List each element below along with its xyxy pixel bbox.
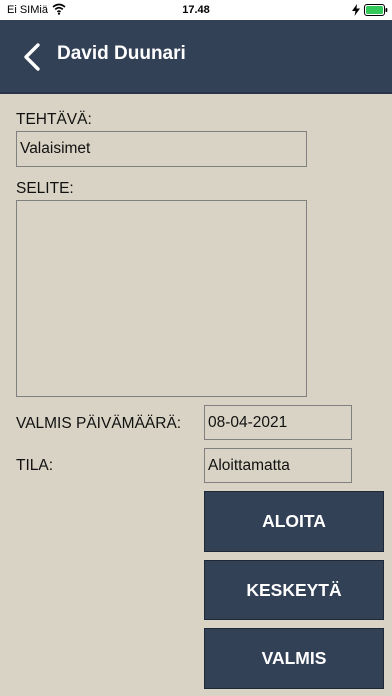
pause-button[interactable]: KESKEYTÄ (204, 560, 384, 620)
task-label: TEHTÄVÄ: (16, 111, 92, 128)
page-title: David Duunari (57, 43, 186, 64)
status-field: Aloittamatta (204, 448, 352, 483)
battery-icon (364, 4, 388, 16)
status-label: TILA: (16, 457, 54, 474)
clock: 17.48 (182, 4, 210, 16)
status-bar: Ei SIMiä 17.48 (0, 0, 392, 20)
description-field[interactable] (16, 200, 307, 397)
done-button[interactable]: VALMIS (204, 628, 384, 689)
charging-icon (352, 4, 360, 16)
due-date-field[interactable]: 08-04-2021 (204, 405, 352, 440)
app-header: David Duunari (0, 20, 392, 94)
chevron-left-icon[interactable] (14, 39, 50, 75)
task-field[interactable]: Valaisimet (16, 131, 307, 167)
due-date-label: VALMIS PÄIVÄMÄÄRÄ: (16, 415, 182, 432)
description-label: SELITE: (16, 180, 74, 197)
start-button[interactable]: ALOITA (204, 491, 384, 552)
